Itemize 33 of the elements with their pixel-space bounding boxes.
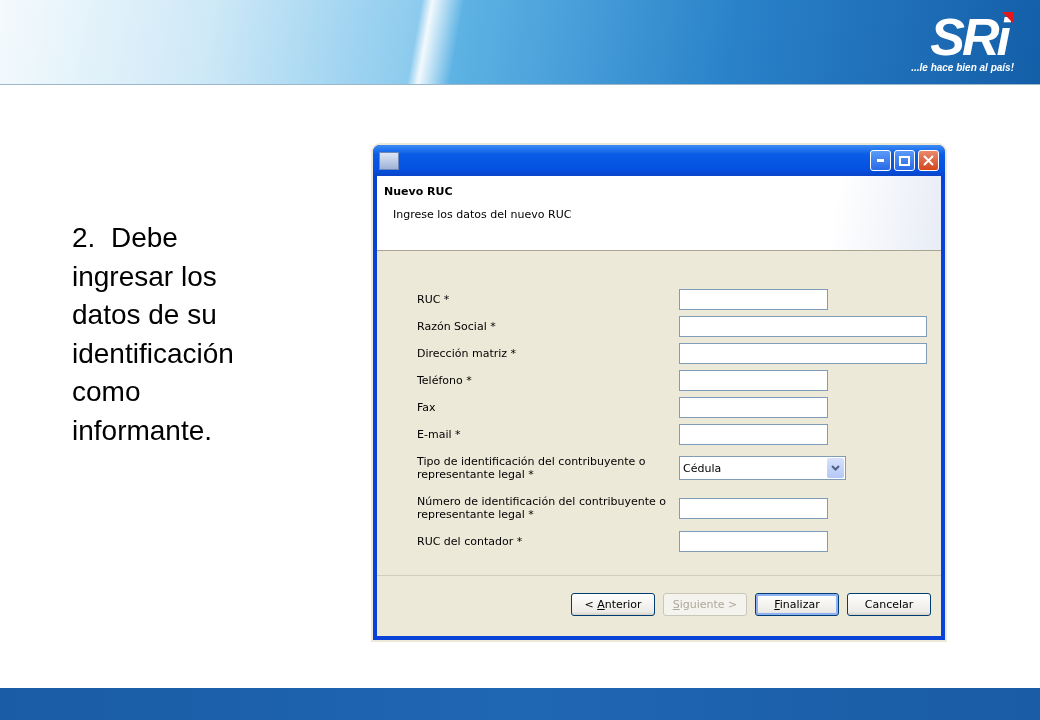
dropdown-field[interactable]: Cédula bbox=[679, 456, 846, 480]
close-icon bbox=[923, 155, 934, 166]
field-label: RUC * bbox=[417, 293, 450, 306]
text-field[interactable] bbox=[679, 289, 828, 310]
text-field[interactable] bbox=[679, 397, 828, 418]
field-label: E-mail * bbox=[417, 428, 461, 441]
wizard-title: Nuevo RUC bbox=[384, 185, 454, 198]
text-field[interactable] bbox=[679, 497, 828, 519]
logo-mark: SRi bbox=[930, 11, 1014, 62]
text-field[interactable] bbox=[679, 424, 828, 445]
field-label: Teléfono * bbox=[417, 374, 472, 387]
text-field[interactable] bbox=[679, 316, 927, 337]
field-label: Dirección matriz * bbox=[417, 347, 517, 360]
field-label: Fax bbox=[417, 401, 436, 414]
app-icon bbox=[379, 151, 399, 170]
text-field[interactable] bbox=[679, 370, 828, 391]
wizard-button[interactable]: Finalizar bbox=[755, 592, 839, 616]
maximize-button[interactable] bbox=[894, 150, 915, 171]
field-label: RUC del contador * bbox=[417, 535, 523, 548]
minimize-icon bbox=[877, 159, 884, 162]
text-field[interactable] bbox=[679, 343, 927, 364]
text-field[interactable] bbox=[679, 531, 828, 552]
wizard-button[interactable]: < Anterior bbox=[571, 592, 655, 616]
field-label: Razón Social * bbox=[417, 320, 496, 333]
field-label: Tipo de identificación del contribuyente o representante legal * bbox=[417, 455, 647, 481]
logo-tagline: ...le hace bien al país! bbox=[911, 61, 1014, 73]
minimize-button[interactable] bbox=[870, 150, 891, 171]
wizard-button[interactable]: Cancelar bbox=[847, 592, 931, 616]
maximize-icon bbox=[899, 155, 910, 166]
close-button[interactable] bbox=[918, 150, 939, 171]
slide-text: 2. Debe ingresar los datos de su identificación como informante. bbox=[72, 221, 235, 448]
field-label: Número de identificación del contribuyente o representante legal * bbox=[417, 495, 668, 521]
wizard-subtitle: Ingrese los datos del nuevo RUC bbox=[393, 208, 573, 221]
